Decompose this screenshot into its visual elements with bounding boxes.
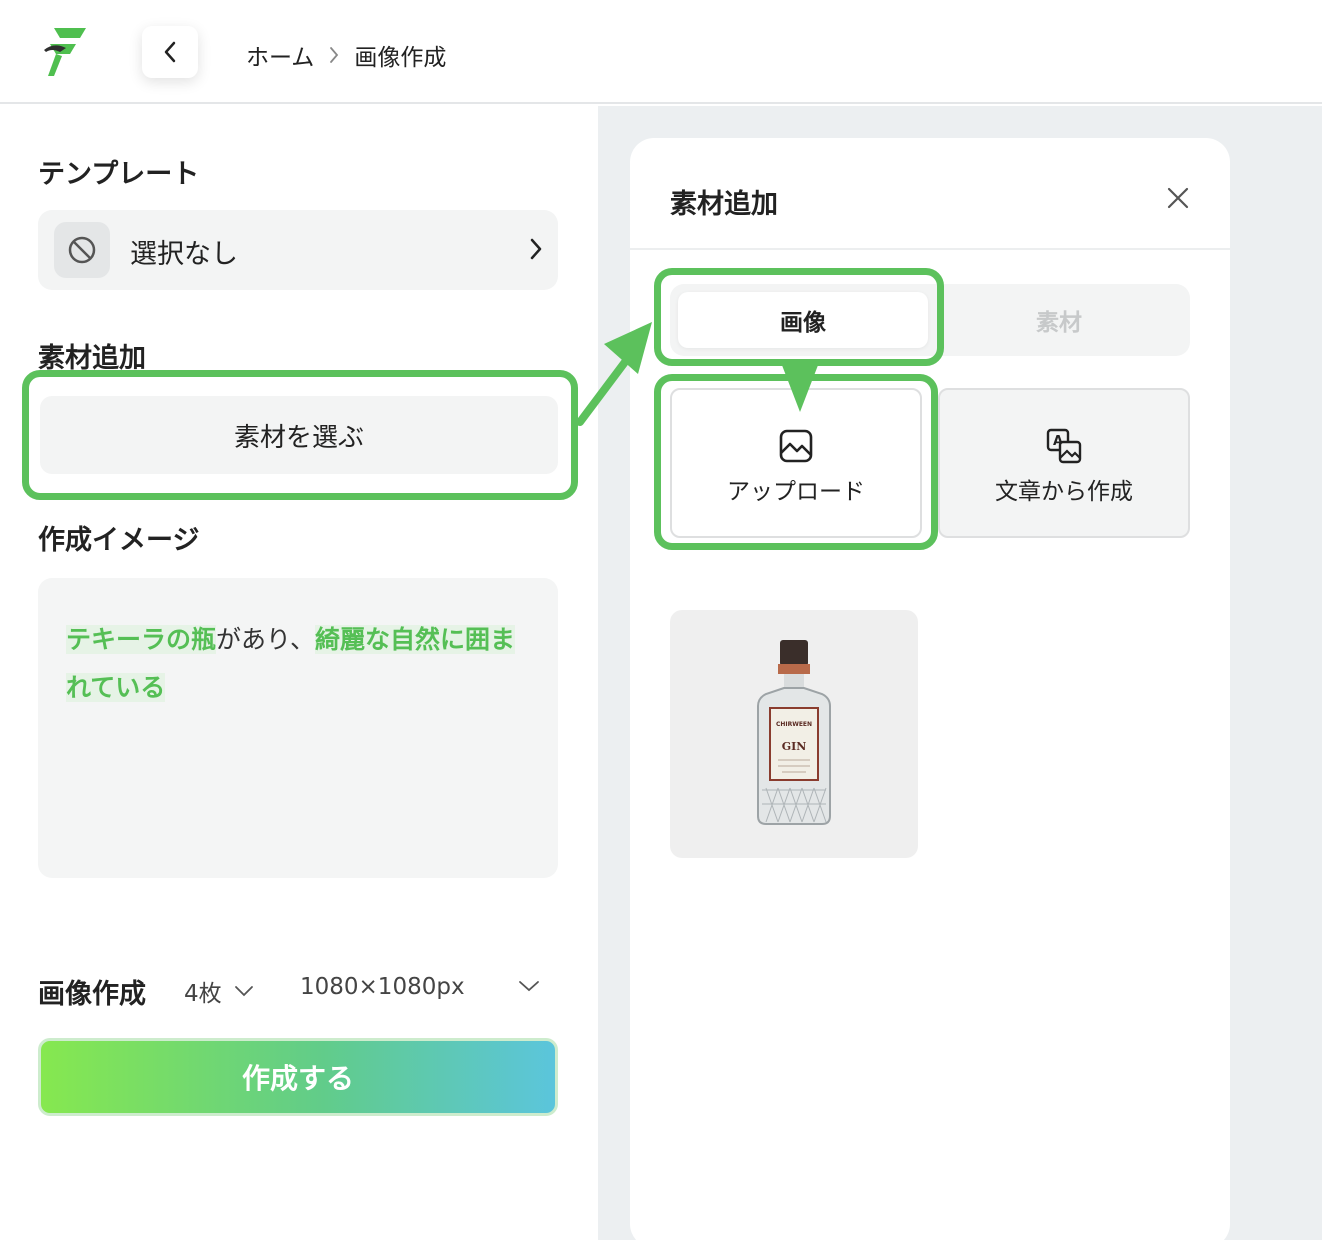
generate-from-text-label: 文章から作成 (995, 479, 1133, 505)
material-thumbnail[interactable]: CHIRWEEN GIN (670, 610, 918, 858)
close-icon[interactable] (1164, 184, 1192, 212)
image-prompt-text: テキーラの瓶があり、綺麗な自然に囲まれている (66, 616, 536, 712)
gin-bottle-image: CHIRWEEN GIN (757, 640, 831, 825)
back-button[interactable] (142, 26, 198, 78)
template-selector[interactable]: 選択なし (38, 210, 558, 290)
prohibited-icon (68, 236, 96, 264)
count-select[interactable]: 4枚 (184, 974, 254, 1008)
text-to-image-icon: A (1046, 428, 1082, 464)
tab-material[interactable]: 素材 (936, 292, 1182, 348)
modal-title: 素材追加 (670, 189, 778, 220)
breadcrumb-home[interactable]: ホーム (246, 38, 314, 72)
material-button-highlight (22, 370, 578, 500)
breadcrumb-current: 画像作成 (354, 45, 447, 71)
prompt-text: があり、 (216, 625, 316, 654)
generate-from-text-button[interactable]: A 文章から作成 (938, 388, 1190, 538)
image-title: 作成イメージ (38, 525, 200, 556)
count-value: 4枚 (184, 981, 222, 1007)
chevron-down-icon (234, 986, 253, 997)
chevron-right-icon (328, 45, 340, 65)
divider (630, 248, 1230, 250)
chevron-right-icon (530, 238, 542, 260)
chevron-left-icon (164, 41, 176, 63)
template-value: 選択なし (130, 239, 238, 270)
size-select[interactable]: 1080×1080px (300, 974, 465, 1000)
generation-options: 画像作成 4枚 1080×1080px (38, 972, 558, 1012)
material-modal: 素材追加 画像 素材 アップロード A 文章から作成 CHIRWEEN GIN (630, 138, 1230, 1240)
chevron-down-icon[interactable] (518, 980, 540, 992)
breadcrumb: ホーム 画像作成 (246, 38, 446, 72)
prompt-highlight: テキーラの瓶 (66, 625, 217, 654)
no-template-icon-wrap (54, 222, 110, 278)
template-title: テンプレート (38, 159, 200, 190)
tab-highlight (654, 268, 944, 366)
generate-label: 画像作成 (38, 979, 146, 1010)
settings-panel: テンプレート 選択なし 素材追加 素材を選ぶ 作成イメージ テキーラの瓶があり、… (0, 106, 598, 1240)
image-prompt-textarea[interactable]: テキーラの瓶があり、綺麗な自然に囲まれている (38, 578, 558, 878)
app-logo[interactable] (40, 22, 90, 80)
bottle-label-top: CHIRWEEN (776, 721, 812, 728)
create-button[interactable]: 作成する (38, 1038, 558, 1116)
upload-highlight (654, 374, 938, 550)
bottle-label-main: GIN (782, 740, 807, 753)
app-header: ホーム 画像作成 (0, 0, 1322, 104)
